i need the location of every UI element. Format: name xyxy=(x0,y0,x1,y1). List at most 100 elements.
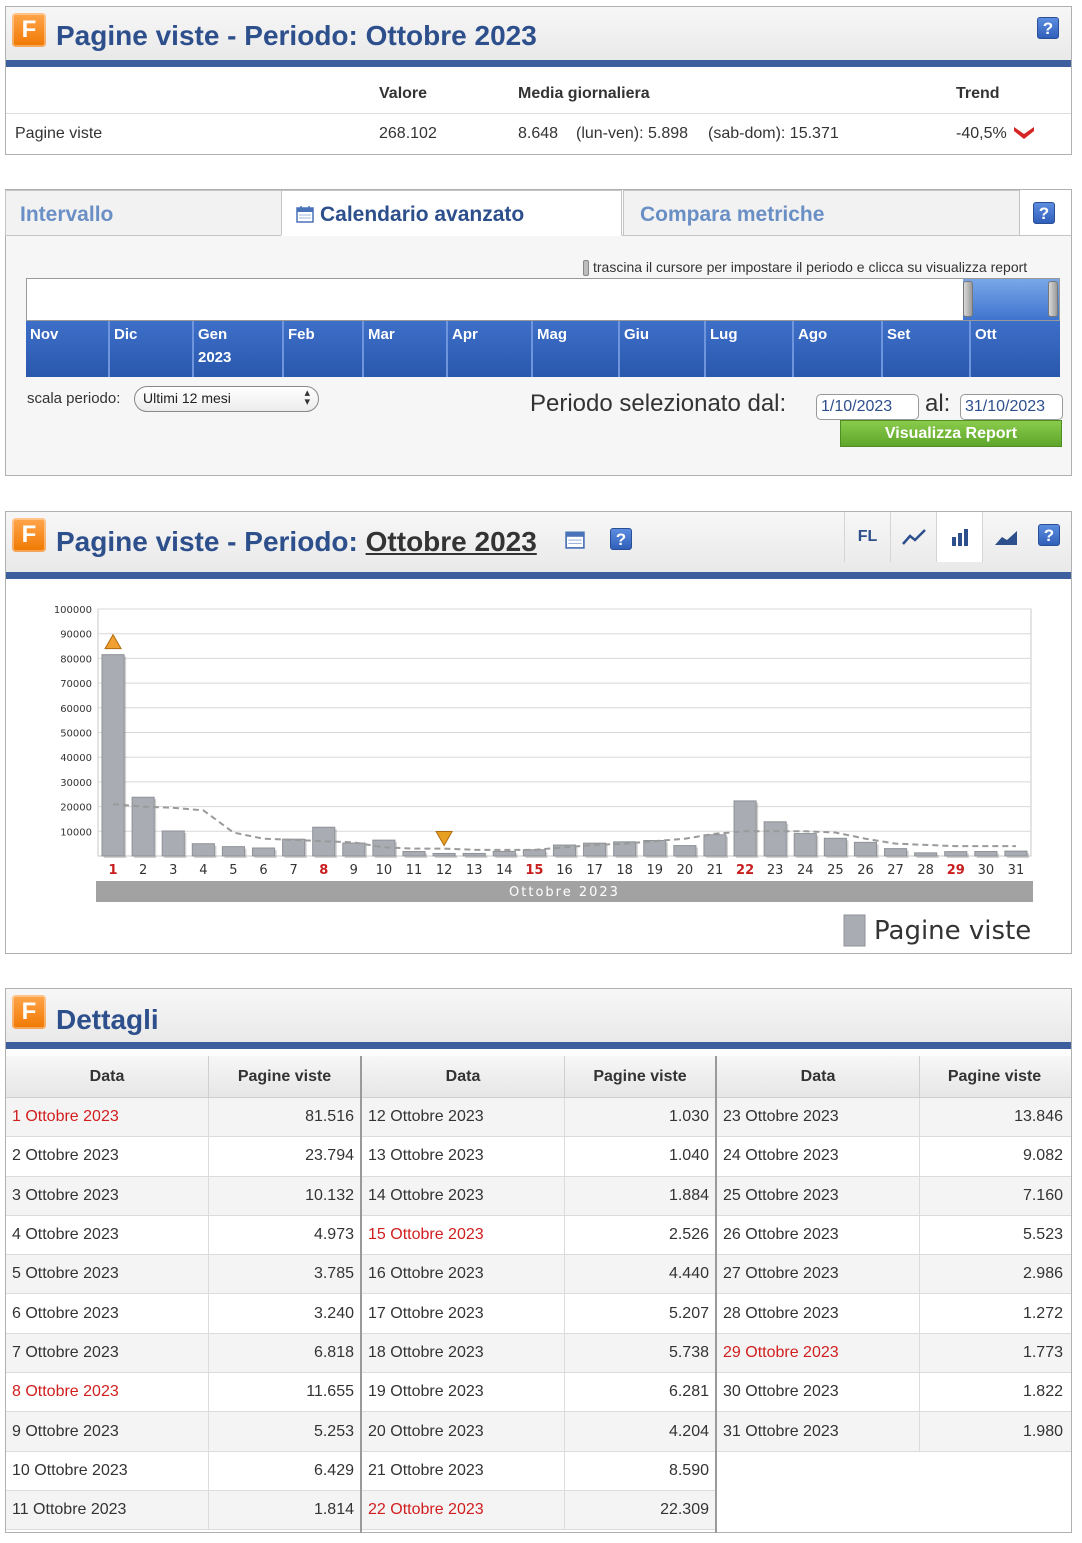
timeline-right-handle[interactable] xyxy=(1048,281,1058,317)
tab-calendario-avanzato[interactable]: Calendario avanzato xyxy=(281,190,622,236)
summary-header: F Pagine viste - Periodo: Ottobre 2023 ? xyxy=(6,7,1071,67)
area-chart-icon[interactable] xyxy=(982,512,1028,562)
bar-day-25 xyxy=(823,837,847,857)
table-row: 9 Ottobre 2023 5.253 xyxy=(6,1412,360,1452)
row-views: 1.040 xyxy=(668,1147,709,1165)
row-views: 81.516 xyxy=(305,1108,354,1126)
table-row: 1 Ottobre 2023 81.516 xyxy=(6,1098,360,1138)
visualizza-report-button[interactable]: Visualizza Report xyxy=(840,420,1062,447)
row-views: 5.523 xyxy=(1022,1226,1063,1244)
table-row: 21 Ottobre 2023 8.590 xyxy=(362,1451,715,1491)
row-date: 13 Ottobre 2023 xyxy=(362,1137,565,1176)
select-arrows-icon: ▴ ▾ xyxy=(304,387,310,408)
row-date: 14 Ottobre 2023 xyxy=(362,1176,565,1215)
month-feb[interactable]: Feb xyxy=(282,321,315,377)
tab-intervallo[interactable]: Intervallo xyxy=(5,190,282,236)
row-views: 3.785 xyxy=(313,1265,354,1283)
scale-label: scala periodo: xyxy=(27,390,121,407)
month-nov[interactable]: Nov xyxy=(26,321,58,377)
table-row: 30 Ottobre 2023 1.822 xyxy=(717,1373,1071,1413)
tab-compara-metriche[interactable]: Compara metriche xyxy=(623,190,1020,236)
fl-button[interactable]: FL xyxy=(844,512,890,562)
help-icon[interactable]: ? xyxy=(1037,17,1059,39)
row-views: 23.794 xyxy=(305,1147,354,1165)
timeline-track[interactable] xyxy=(26,278,1060,321)
toolbar-help-icon[interactable]: ? xyxy=(1038,524,1060,546)
help-icon[interactable]: ? xyxy=(1033,202,1055,224)
table-row: 29 Ottobre 2023 1.773 xyxy=(717,1333,1071,1374)
row-views: 3.240 xyxy=(313,1304,354,1322)
bar-day-12 xyxy=(432,852,456,857)
bar-chart-icon[interactable] xyxy=(936,512,982,562)
timeline-selection[interactable] xyxy=(963,279,1059,320)
details-title: Dettagli xyxy=(56,1004,159,1035)
x-tick-label: 21 xyxy=(707,863,724,878)
timeline-left-handle[interactable] xyxy=(963,281,973,317)
row-date: 4 Ottobre 2023 xyxy=(6,1215,209,1255)
bar-day-28 xyxy=(914,852,938,857)
year-label: 2023 xyxy=(198,349,232,366)
row-views: 1.822 xyxy=(1022,1383,1063,1401)
row-views: 2.526 xyxy=(668,1226,709,1244)
chart-toolbar: FL ? xyxy=(844,512,1071,572)
row-views: 2.986 xyxy=(1022,1265,1063,1283)
col-media: Media giornaliera xyxy=(518,85,650,102)
month-mag[interactable]: Mag xyxy=(531,321,567,377)
table-row: 20 Ottobre 2023 4.204 xyxy=(362,1412,715,1452)
row-date: 12 Ottobre 2023 xyxy=(362,1098,565,1137)
chart-calendar-icon[interactable] xyxy=(565,529,585,549)
chart-period-link[interactable]: Ottobre 2023 xyxy=(366,526,537,557)
scale-select[interactable]: Ultimi 12 mesi ▴ ▾ xyxy=(134,386,319,412)
chart-panel: F Pagine viste - Periodo: Ottobre 2023 ?… xyxy=(5,511,1072,954)
col-header-views[interactable]: Pagine viste xyxy=(209,1056,360,1097)
month-mar[interactable]: Mar xyxy=(362,321,395,377)
x-tick-label: 28 xyxy=(917,863,934,878)
bar-day-4 xyxy=(191,843,215,857)
x-tick-label: 16 xyxy=(556,863,573,878)
summary-panel: F Pagine viste - Periodo: Ottobre 2023 ?… xyxy=(5,6,1072,155)
month-giu[interactable]: Giu xyxy=(618,321,649,377)
col-header-data[interactable]: Data xyxy=(717,1056,920,1097)
row-views: 8.590 xyxy=(668,1461,709,1479)
month-set[interactable]: Set xyxy=(881,321,910,377)
table-row: 14 Ottobre 2023 1.884 xyxy=(362,1176,715,1216)
row-date: 23 Ottobre 2023 xyxy=(717,1098,920,1137)
month-label: Dic xyxy=(114,326,138,343)
row-views: 1.030 xyxy=(668,1108,709,1126)
x-tick-label: 6 xyxy=(259,863,267,878)
col-valore: Valore xyxy=(379,85,428,102)
app-logo-icon: F xyxy=(12,13,46,47)
month-ott[interactable]: Ott xyxy=(969,321,997,377)
row-date: 29 Ottobre 2023 xyxy=(717,1333,920,1373)
line-chart-icon[interactable] xyxy=(890,512,936,562)
col-header-views[interactable]: Pagine viste xyxy=(920,1056,1069,1097)
x-tick-label: 25 xyxy=(827,863,844,878)
col-header-views[interactable]: Pagine viste xyxy=(565,1056,715,1097)
table-row: 6 Ottobre 2023 3.240 xyxy=(6,1294,360,1334)
metric-daily-average: 8.648 xyxy=(518,125,559,142)
details-header-row: Data Pagine viste xyxy=(362,1056,715,1098)
row-date: 18 Ottobre 2023 xyxy=(362,1333,565,1373)
col-header-data[interactable]: Data xyxy=(6,1056,209,1097)
row-views: 5.207 xyxy=(668,1304,709,1322)
timeline-handle-icon xyxy=(583,260,589,276)
month-ago[interactable]: Ago xyxy=(792,321,827,377)
month-gen[interactable]: Gen 2023 xyxy=(192,321,231,377)
table-row: 11 Ottobre 2023 1.814 xyxy=(6,1490,360,1531)
date-to-field[interactable]: 31/10/2023 xyxy=(960,394,1063,420)
month-apr[interactable]: Apr xyxy=(446,321,478,377)
x-tick-label: 29 xyxy=(947,863,965,878)
col-header-data[interactable]: Data xyxy=(362,1056,565,1097)
chart-help-icon[interactable]: ? xyxy=(610,528,632,550)
month-dic[interactable]: Dic xyxy=(108,321,137,377)
tab-intervallo-label: Intervallo xyxy=(20,203,114,226)
period-label: Periodo selezionato dal: xyxy=(530,390,787,417)
table-row: 27 Ottobre 2023 2.986 xyxy=(717,1255,1071,1295)
timeline-hint: trascina il cursore per impostare il per… xyxy=(593,259,1028,275)
y-tick-label: 100000 xyxy=(54,605,92,616)
month-lug[interactable]: Lug xyxy=(704,321,738,377)
x-tick-label: 10 xyxy=(376,863,393,878)
date-from-field[interactable]: 1/10/2023 xyxy=(816,394,919,420)
bar-day-27 xyxy=(884,848,908,857)
x-tick-label: 2 xyxy=(139,863,147,878)
